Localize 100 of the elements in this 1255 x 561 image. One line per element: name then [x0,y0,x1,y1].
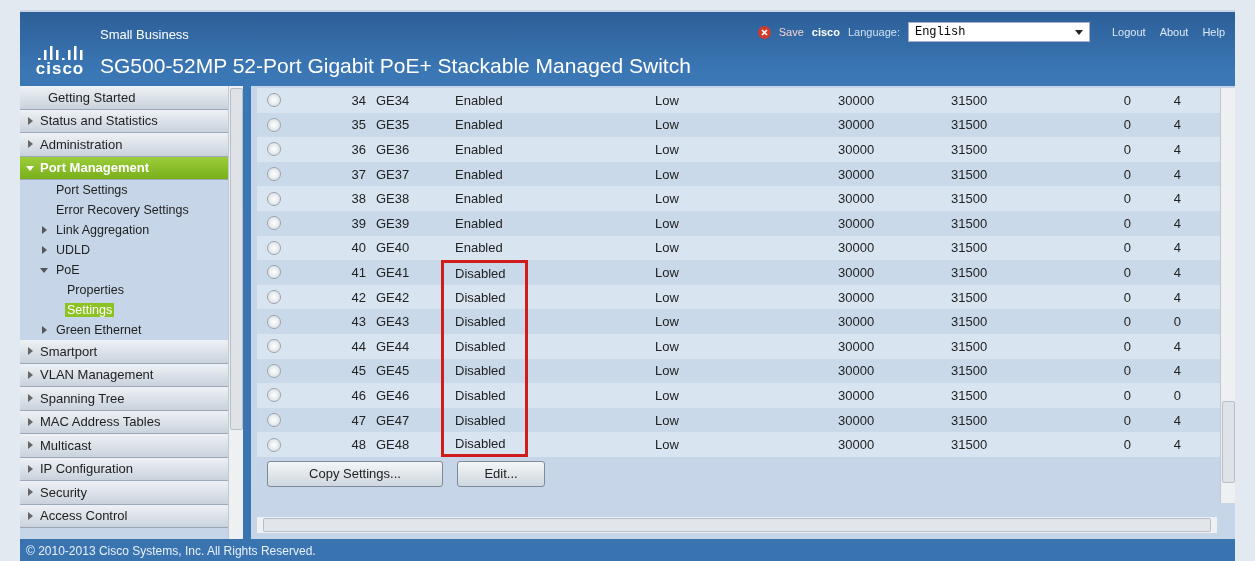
triangle-icon[interactable] [26,347,34,356]
table-cell-text: 30000 [837,166,875,182]
table-cell: 31500 [951,240,988,256]
table-cell: 31500 [951,117,988,133]
triangle-icon[interactable] [26,511,34,520]
table-cell-text: GE35 [375,117,410,133]
table-cell: 31500 [951,314,988,330]
table-cell-text: GE46 [375,387,410,403]
triangle-icon[interactable] [40,326,48,334]
table-cell: 31500 [951,142,988,157]
table-row[interactable]: 46 GE46 Disabled Low 30000 31500 0 0 [257,383,1220,408]
language-select[interactable]: English [907,22,1090,42]
triangle-icon[interactable] [40,226,48,234]
table-cell-text: 30000 [837,387,875,403]
table-cell: 31500 [951,92,988,108]
scrollbar[interactable] [228,86,243,539]
table-row[interactable]: 44 GE44 Disabled Low 30000 31500 0 4 [257,333,1220,359]
sidebar-section[interactable]: Getting Started [20,86,228,110]
scrollbar[interactable] [257,517,1217,533]
header-link[interactable]: Logout [1111,26,1146,38]
sidebar-section[interactable]: MAC Address Tables [20,410,228,434]
table-cell: 0 [1123,338,1131,354]
sidebar-section[interactable]: Smartport [20,340,228,364]
triangle-icon[interactable] [40,246,48,254]
table-cell-text: Enabled [454,165,504,184]
table-row[interactable]: 34 GE34 Enabled Low 30000 31500 0 4 [257,88,1220,113]
table-cell: 31500 [951,437,988,453]
table-row[interactable]: 42 GE42 Disabled Low 30000 31500 0 4 [257,284,1220,310]
radio-button[interactable] [267,142,281,157]
radio-button[interactable] [267,117,281,132]
sidebar-item[interactable]: Green Ethernet [54,323,144,337]
sidebar-section[interactable]: Status and Statistics [20,109,228,133]
radio-button[interactable] [267,437,281,452]
triangle-icon[interactable] [40,266,48,274]
triangle-icon[interactable] [26,394,34,403]
action-button[interactable]: Edit... [457,460,545,487]
table-row[interactable]: 40 GE40 Enabled Low 30000 31500 0 4 [257,235,1220,261]
table-cell: 4 [1173,437,1181,453]
radio-button[interactable] [267,314,281,329]
sidebar-item[interactable]: UDLD [54,243,93,257]
table-cell-text: GE34 [375,92,410,108]
table-cell: 0 [1123,387,1131,403]
radio-button[interactable] [267,167,281,182]
table-row[interactable]: 48 GE48 Disabled Low 30000 31500 0 4 [257,432,1220,457]
save-link[interactable]: Save [778,26,804,38]
sidebar-item[interactable]: Error Recovery Settings [54,203,191,217]
sidebar-item[interactable]: Port Settings [54,183,130,197]
close-icon[interactable] [757,25,771,39]
table-cell: 37 [351,166,366,182]
radio-button[interactable] [267,388,281,403]
sidebar-section[interactable]: Security [20,481,228,505]
page-title: SG500-52MP 52-Port Gigabit PoE+ Stackable Managed Switch [100,54,691,78]
triangle-icon[interactable] [26,140,34,149]
table-cell-text: GE36 [375,142,410,157]
triangle-icon[interactable] [26,441,34,450]
radio-button[interactable] [267,339,281,354]
sidebar-section[interactable]: IP Configuration [20,457,228,481]
sidebar-section[interactable]: Access Control [20,504,228,528]
table-cell: 0 [1123,412,1131,428]
sidebar-item[interactable]: Link Aggregation [54,223,152,237]
table-cell-text: GE47 [375,412,410,428]
header-link[interactable]: About [1159,26,1189,38]
radio-button[interactable] [267,216,281,231]
triangle-icon[interactable] [26,488,34,497]
table-cell: 40 [351,240,366,256]
table-cell: 36 [351,142,366,157]
radio-button[interactable] [267,363,281,378]
sidebar-item[interactable]: PoE [54,263,82,277]
user-name: cisco [811,26,840,38]
sidebar-item[interactable]: Properties [65,283,126,297]
triangle-icon[interactable] [26,417,34,426]
triangle-icon[interactable] [26,163,34,172]
triangle-icon[interactable] [26,464,34,473]
sidebar-section[interactable]: Administration [20,133,228,157]
sidebar-section[interactable]: Multicast [20,434,228,458]
radio-button[interactable] [267,240,281,255]
sidebar-section[interactable]: Spanning Tree [20,387,228,411]
scrollbar[interactable] [1220,88,1235,503]
table-cell: 0 [1173,387,1181,403]
table-cell-text: Low [654,314,679,330]
radio-button[interactable] [267,265,281,280]
radio-button[interactable] [267,290,281,305]
radio-button[interactable] [267,93,281,108]
radio-button[interactable] [267,191,281,206]
table-cell-text: Enabled [454,190,504,209]
table-row[interactable]: 36 GE36 Enabled Low 30000 31500 0 4 [257,137,1220,162]
action-button[interactable]: Copy Settings... [267,460,443,487]
table-cell: 0 [1123,314,1131,330]
table-cell: 0 [1123,289,1131,305]
table-cell-text: 30000 [837,92,875,108]
triangle-icon[interactable] [26,116,34,125]
table-cell-text: Low [654,363,679,379]
header-link[interactable]: Help [1202,26,1225,38]
sidebar-section[interactable]: VLAN Management [20,363,228,387]
table-cell-text: Low [654,240,679,256]
radio-button[interactable] [267,413,281,427]
triangle-icon[interactable] [26,370,34,379]
table-cell: 4 [1173,166,1181,182]
table-cell-text: GE39 [375,215,410,231]
table-row[interactable]: 38 GE38 Enabled Low 30000 31500 0 4 [257,186,1220,211]
